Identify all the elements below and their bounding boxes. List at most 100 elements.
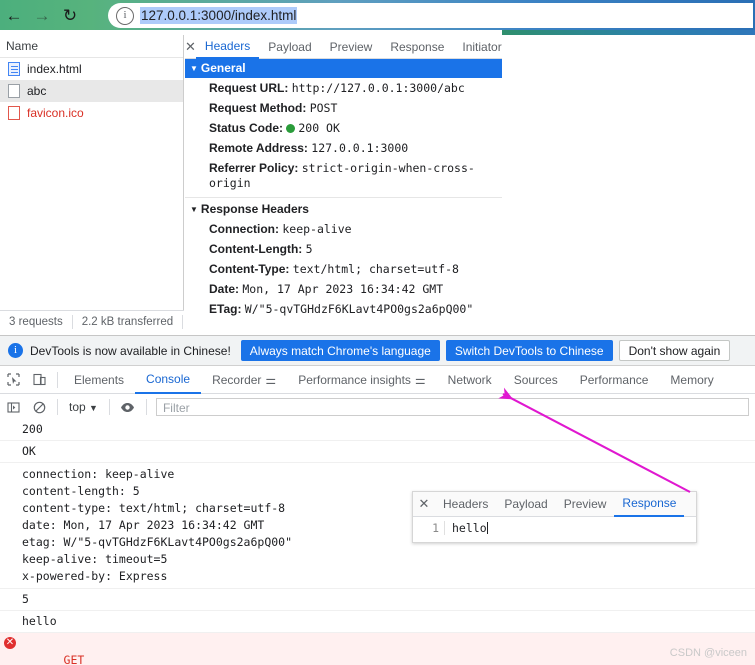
tab-payload[interactable]: Payload [259,36,320,58]
general-section-title: General [200,61,246,75]
console-toolbar: top ▼ Filter [0,394,755,421]
header-value: http://127.0.0.1:3000/abc [291,80,465,95]
tab-performance-insights[interactable]: Performance insights ⚌ [287,367,436,393]
network-status-bar: 3 requests 2.2 kB transferred [0,310,184,332]
back-icon[interactable]: ← [0,1,28,29]
inset-tab-preview[interactable]: Preview [556,493,615,516]
chevron-down-icon: ▼ [190,64,198,73]
response-body: 1 hello [413,517,696,535]
always-match-language-button[interactable]: Always match Chrome's language [240,340,440,361]
toolbar-divider [145,399,147,415]
tab-memory[interactable]: Memory [659,367,724,393]
device-toolbar-icon[interactable] [26,367,52,393]
site-info-icon[interactable]: i [116,6,134,25]
header-key: Request Method: [209,100,307,115]
reload-icon[interactable]: ↻ [56,1,84,29]
forward-icon[interactable]: → [28,1,56,29]
url-text[interactable]: 127.0.0.1:3000/index.html [140,7,298,24]
experiment-flask-icon: ⚌ [265,372,277,387]
document-icon [8,62,20,76]
tab-response[interactable]: Response [381,36,453,58]
header-row-status-code: Status Code: 200 OK [185,118,502,138]
header-value: 127.0.0.1:3000 [311,140,409,155]
chevron-down-icon: ▼ [89,403,98,413]
language-notification-bar: i DevTools is now available in Chinese! … [0,336,755,366]
header-key: ETag: [209,301,242,316]
clear-console-icon[interactable] [26,394,52,420]
status-ok-dot-icon [286,123,296,133]
network-request-list: Name index.html abc favicon.ico 3 reques… [0,35,184,332]
tab-sources[interactable]: Sources [503,367,569,393]
dont-show-again-button[interactable]: Don't show again [618,340,731,361]
execution-context-selector[interactable]: top ▼ [63,400,104,414]
close-icon[interactable]: ✕ [185,39,196,55]
request-name: index.html [27,62,82,76]
response-headers-section-header[interactable]: ▼ Response Headers [185,200,502,219]
request-row-favicon[interactable]: favicon.ico [0,102,183,124]
console-sidebar-icon[interactable] [0,394,26,420]
inset-tab-response[interactable]: Response [614,492,685,517]
tab-label: Recorder [212,372,262,387]
tab-initiator[interactable]: Initiator [453,36,510,58]
header-row-remote-address: Remote Address: 127.0.0.1:3000 [185,138,502,158]
inset-tab-headers[interactable]: Headers [435,493,496,516]
language-message: DevTools is now available in Chinese! [30,343,231,358]
inspect-cursor-icon[interactable] [0,367,26,393]
tab-label: Elements [74,372,125,387]
header-value: W/"5-qvTGHdzF6KLavt4PO0gs2a6pQ00" [244,301,474,316]
header-key: Date: [209,281,240,296]
header-row-content-type: Content-Type: text/html; charset=utf-8 [185,259,502,279]
tab-performance[interactable]: Performance [569,367,660,393]
line-number: 1 [413,521,445,535]
tab-network[interactable]: Network [437,367,503,393]
tab-label: Memory [670,372,714,387]
tab-label: Console [146,371,191,386]
response-text: hello [452,521,487,535]
network-detail-tabbar: ✕ Headers Payload Preview Response Initi… [185,35,502,59]
close-icon[interactable]: ✕ [413,496,435,512]
tab-recorder[interactable]: Recorder ⚌ [201,367,287,393]
header-key: Connection: [209,221,279,236]
browser-toolbar: ← → ↻ i 127.0.0.1:3000/index.html [0,0,755,30]
header-value: 200 OK [298,120,340,135]
page-content-area [502,35,755,335]
header-key: Referrer Policy: [209,160,299,175]
toolbar-divider [57,399,58,415]
header-row-date: Date: Mon, 17 Apr 2023 16:34:42 GMT [185,279,502,299]
live-expression-eye-icon[interactable] [115,394,141,420]
transferred-size: 2.2 kB transferred [73,314,184,329]
response-inset-panel: ✕ Headers Payload Preview Response 1 hel… [412,491,697,543]
tab-preview[interactable]: Preview [321,36,382,58]
toolbar-divider [57,371,58,388]
header-value: keep-alive [282,221,352,236]
tab-label: Performance [579,372,649,387]
console-filter-input[interactable]: Filter [155,398,749,416]
inset-tab-payload[interactable]: Payload [496,493,555,516]
general-section-header[interactable]: ▼ General [185,59,502,78]
header-row-content-length: Content-Length: 5 [185,239,502,259]
request-row-index-html[interactable]: index.html [0,58,183,80]
watermark: CSDN @viceen [669,647,747,659]
header-value: POST [309,100,338,115]
info-icon: i [8,343,23,358]
tab-headers[interactable]: Headers [195,35,260,59]
header-key: Remote Address: [209,140,308,155]
response-content[interactable]: hello [445,521,488,535]
console-line: 5 [0,589,755,611]
request-count: 3 requests [0,314,73,329]
console-error-line: ✕GET http://127.0.0.1:3000/favicon.ico 4… [0,633,755,665]
switch-to-chinese-button[interactable]: Switch DevTools to Chinese [445,340,613,361]
address-bar[interactable]: i 127.0.0.1:3000/index.html [108,3,753,28]
console-line: OK [0,441,755,463]
tab-label: Sources [513,372,558,387]
tab-elements[interactable]: Elements [63,367,135,393]
header-key: Status Code: [209,120,284,135]
request-row-abc[interactable]: abc [0,80,183,102]
header-value: text/html; charset=utf-8 [292,261,459,276]
header-value: Mon, 17 Apr 2023 16:34:42 GMT [242,281,444,296]
network-panel: Name index.html abc favicon.ico 3 reques… [0,35,502,332]
tab-label: Performance insights [298,372,411,387]
header-value: 5 [305,241,313,256]
tab-console[interactable]: Console [135,366,202,394]
error-method: GET [63,653,85,665]
